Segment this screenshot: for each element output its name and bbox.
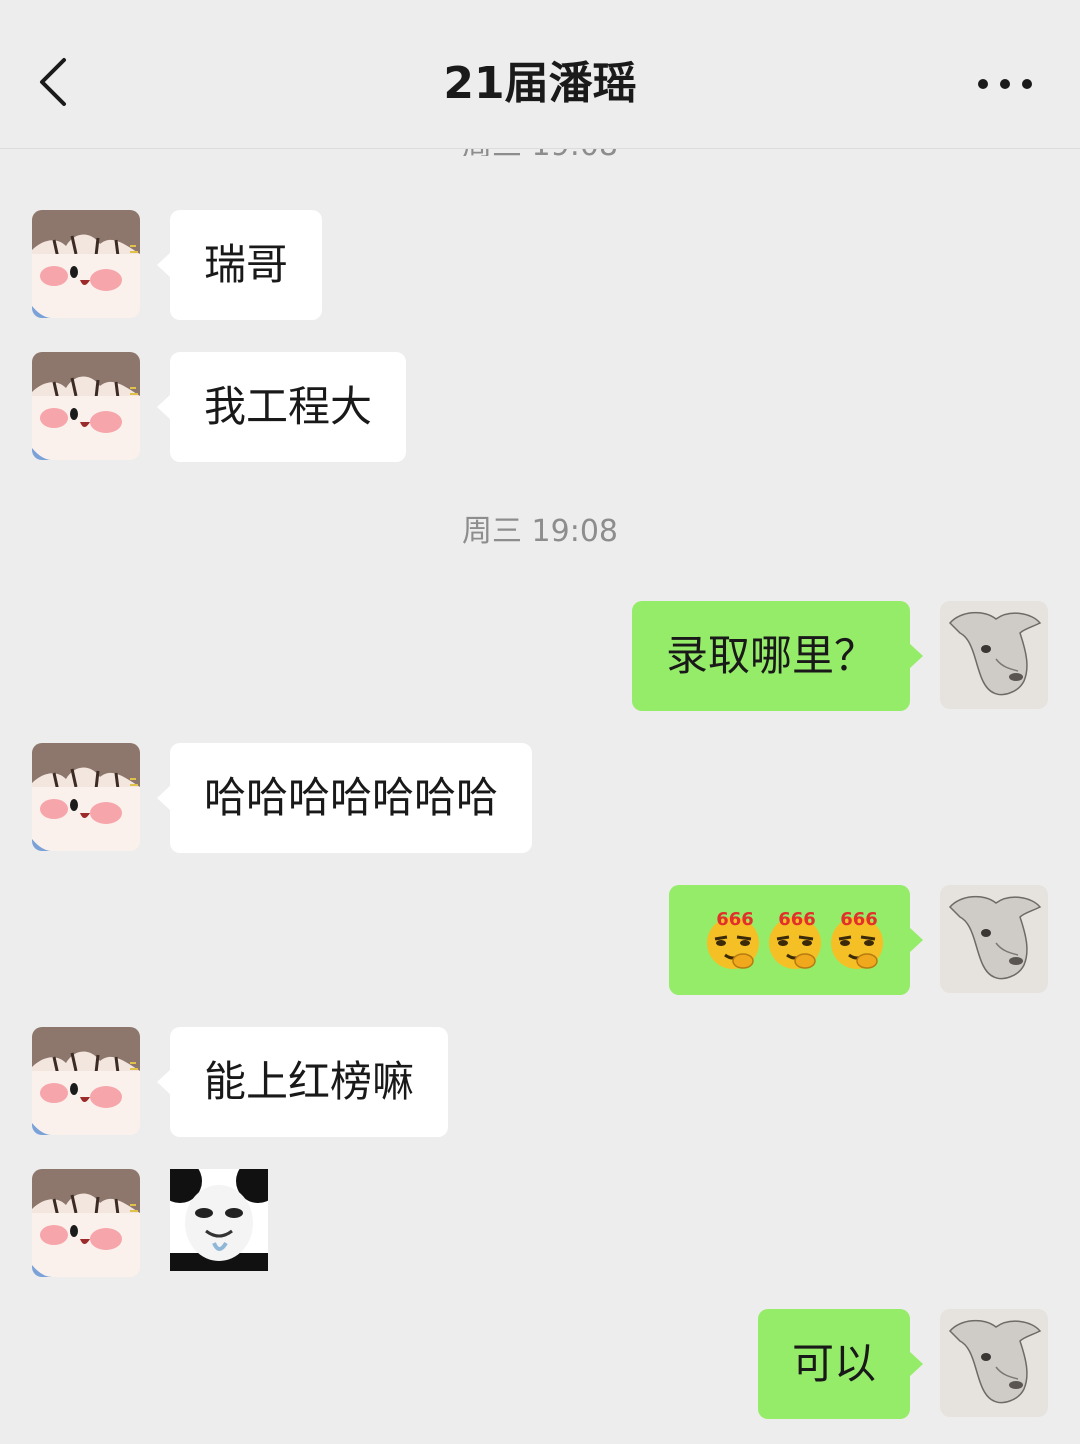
contact-avatar[interactable] xyxy=(32,210,140,318)
cartoon-girl-avatar-icon xyxy=(32,352,140,460)
my-avatar[interactable] xyxy=(940,1309,1048,1417)
svg-text:666: 666 xyxy=(778,909,816,930)
contact-avatar[interactable] xyxy=(32,352,140,460)
chat-timestamp: 周三 19:08 xyxy=(462,514,618,549)
message-bubble-outgoing[interactable]: 录取哪里？ xyxy=(631,601,924,711)
emoji-group: 666 666 666 xyxy=(705,909,885,971)
cow-sketch-avatar-icon xyxy=(940,601,1048,709)
message-bubble-incoming[interactable]: 我工程大 xyxy=(156,352,407,462)
my-avatar[interactable] xyxy=(940,601,1048,709)
cartoon-girl-avatar-icon xyxy=(32,1027,140,1135)
message-bubble-incoming[interactable]: 瑞哥 xyxy=(156,210,323,320)
svg-text:666: 666 xyxy=(840,909,878,930)
666-emoji-icon: 666 xyxy=(831,909,883,969)
chat-header: 21届潘瑶 xyxy=(0,0,1080,149)
message-bubble-outgoing[interactable]: 可以 xyxy=(757,1309,924,1419)
message-bubble-outgoing-emoji[interactable]: 666 666 666 xyxy=(669,885,923,995)
more-button[interactable] xyxy=(970,62,1040,102)
contact-avatar[interactable] xyxy=(32,1169,140,1277)
666-emoji-icon: 666 xyxy=(707,909,759,969)
message-bubble-incoming[interactable]: 哈哈哈哈哈哈哈 xyxy=(156,743,533,853)
cartoon-girl-avatar-icon xyxy=(32,743,140,851)
chat-title: 21届潘瑶 xyxy=(443,58,637,109)
666-emoji-icon: 666 xyxy=(769,909,821,969)
panda-face-sticker[interactable] xyxy=(170,1169,268,1271)
contact-avatar[interactable] xyxy=(32,1027,140,1135)
more-dots-icon xyxy=(978,79,1032,89)
cow-sketch-avatar-icon xyxy=(940,885,1048,993)
cow-sketch-avatar-icon xyxy=(940,1309,1048,1417)
svg-text:666: 666 xyxy=(716,909,754,930)
cartoon-girl-avatar-icon xyxy=(32,210,140,318)
message-bubble-incoming[interactable]: 能上红榜嘛 xyxy=(156,1027,449,1137)
contact-avatar[interactable] xyxy=(32,743,140,851)
my-avatar[interactable] xyxy=(940,885,1048,993)
cartoon-girl-avatar-icon xyxy=(32,1169,140,1277)
panda-face-sticker-icon xyxy=(170,1169,268,1271)
